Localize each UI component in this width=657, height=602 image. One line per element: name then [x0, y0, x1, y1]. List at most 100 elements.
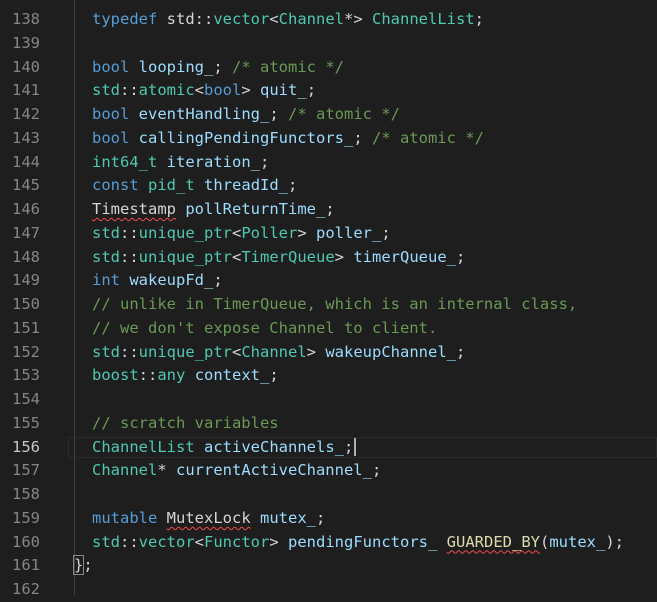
code-token: >	[269, 532, 289, 551]
code-line[interactable]: 159 mutable MutexLock mutex_;	[0, 507, 657, 531]
code-text[interactable]: std::unique_ptr<TimerQueue> timerQueue_;	[92, 246, 465, 270]
code-line[interactable]: 152 std::unique_ptr<Channel> wakeupChanne…	[0, 341, 657, 365]
code-token: ;	[456, 342, 466, 361]
code-token: pollReturnTime_	[185, 200, 326, 218]
code-text[interactable]: std::atomic<bool> quit_;	[92, 79, 316, 103]
code-line[interactable]: 161};	[0, 554, 657, 578]
code-text[interactable]: Channel* currentActiveChannel_;	[92, 459, 381, 483]
code-line[interactable]: 150 // unlike in TimerQueue, which is an …	[0, 293, 657, 317]
code-token: ;	[325, 200, 335, 218]
text-cursor	[354, 438, 357, 456]
code-line[interactable]: 140 bool looping_; /* atomic */	[0, 56, 657, 80]
code-text[interactable]: boost::any context_;	[92, 364, 279, 388]
code-line[interactable]: 144 int64_t iteration_;	[0, 151, 657, 175]
code-token: >	[334, 247, 354, 266]
code-text[interactable]: };	[72, 554, 93, 578]
line-number: 148	[12, 247, 40, 266]
code-token: Poller	[241, 223, 298, 242]
code-text[interactable]: std::unique_ptr<Poller> poller_;	[92, 222, 391, 246]
code-line[interactable]: 143 bool callingPendingFunctors_; /* atom…	[0, 127, 657, 151]
code-token: >	[241, 81, 261, 100]
code-line[interactable]: 162	[0, 578, 657, 602]
line-number: 151	[12, 318, 40, 337]
code-line[interactable]: 151 // we don't expose Channel to client.	[0, 317, 657, 341]
code-text[interactable]: Timestamp pollReturnTime_;	[92, 198, 335, 222]
line-number: 157	[12, 461, 40, 480]
code-token: pendingFunctors_	[288, 532, 438, 551]
code-token: ;	[269, 105, 288, 123]
code-line[interactable]: 138 typedef std::vector<Channel*> Channel…	[0, 8, 657, 32]
line-number: 160	[12, 532, 40, 551]
code-text[interactable]: bool looping_; /* atomic */	[92, 56, 344, 80]
code-text[interactable]: // scratch variables	[92, 412, 279, 436]
code-line[interactable]: 157 Channel* currentActiveChannel_;	[0, 459, 657, 483]
squiggle-token: GUARDED_BY	[446, 532, 540, 551]
line-number: 142	[12, 105, 40, 123]
code-token: quit_	[260, 81, 307, 100]
code-text[interactable]: int64_t iteration_;	[92, 151, 269, 175]
code-line[interactable]: 158	[0, 483, 657, 507]
code-token: bool	[92, 57, 130, 76]
code-token: <	[194, 532, 205, 551]
code-token: <	[194, 81, 205, 100]
code-token: currentActiveChannel_	[176, 461, 372, 480]
code-line[interactable]: 145 const pid_t threadId_;	[0, 174, 657, 198]
code-line[interactable]: 160 std::vector<Functor> pendingFunctors_…	[0, 531, 657, 555]
code-editor[interactable]: 138 typedef std::vector<Channel*> Channel…	[0, 0, 657, 598]
code-line[interactable]: 156 ChannelList activeChannels_;	[0, 436, 657, 460]
line-number: 147	[12, 223, 40, 242]
code-text[interactable]: int wakeupFd_;	[92, 269, 223, 293]
code-token: /* atomic */	[288, 105, 400, 123]
code-token: ;	[288, 176, 298, 195]
code-token: Channel	[241, 342, 307, 361]
code-text[interactable]: std::vector<Functor> pendingFunctors_ GU…	[92, 531, 624, 555]
code-line[interactable]: 154	[0, 388, 657, 412]
code-token: callingPendingFunctors_	[138, 128, 354, 147]
code-line[interactable]: 149 int wakeupFd_;	[0, 269, 657, 293]
code-token: ;	[456, 247, 466, 266]
code-line[interactable]: 141 std::atomic<bool> quit_;	[0, 79, 657, 103]
code-token: ChannelList	[92, 437, 195, 456]
code-token: ::	[120, 223, 139, 242]
code-line[interactable]: 146 Timestamp pollReturnTime_;	[0, 198, 657, 222]
code-text[interactable]: // we don't expose Channel to client.	[92, 317, 437, 341]
line-number: 149	[12, 271, 40, 290]
code-token: context_	[194, 366, 270, 385]
code-line[interactable]: 142 bool eventHandling_; /* atomic */	[0, 103, 657, 127]
code-line[interactable]: 155 // scratch variables	[0, 412, 657, 436]
code-token: std::	[157, 10, 214, 28]
code-token: ;	[316, 508, 326, 527]
code-text[interactable]: typedef std::vector<Channel*> ChannelLis…	[92, 8, 484, 32]
code-token: ;	[306, 81, 317, 100]
code-token: *>	[344, 10, 372, 28]
code-token: Channel	[92, 461, 158, 480]
code-text[interactable]: bool callingPendingFunctors_; /* atomic …	[92, 127, 484, 151]
code-token: }	[72, 555, 85, 576]
code-line[interactable]: 153 boost::any context_;	[0, 364, 657, 388]
code-text[interactable]: mutable MutexLock mutex_;	[92, 507, 325, 531]
code-text[interactable]: // unlike in TimerQueue, which is an int…	[92, 293, 577, 317]
line-number: 141	[12, 81, 40, 100]
code-line[interactable]: 147 std::unique_ptr<Poller> poller_;	[0, 222, 657, 246]
code-token: // we don't expose Channel to client.	[92, 318, 438, 337]
code-text[interactable]: std::unique_ptr<Channel> wakeupChannel_;	[92, 341, 465, 365]
code-token: pid_t	[148, 176, 195, 195]
code-line[interactable]: 148 std::unique_ptr<TimerQueue> timerQueu…	[0, 246, 657, 270]
line-number: 145	[12, 176, 40, 195]
code-token: Functor	[204, 532, 270, 551]
line-number: 138	[12, 10, 40, 28]
code-text[interactable]: bool eventHandling_; /* atomic */	[92, 103, 400, 127]
code-token: ::	[120, 81, 139, 100]
code-token: (	[540, 532, 550, 551]
code-text[interactable]: const pid_t threadId_;	[92, 174, 297, 198]
code-text[interactable]: ChannelList activeChannels_;	[92, 436, 357, 460]
code-line[interactable]: 139	[0, 32, 657, 56]
squiggle-token: MutexLock	[166, 508, 251, 527]
code-token: *	[157, 461, 176, 480]
code-token: ;	[260, 152, 270, 171]
